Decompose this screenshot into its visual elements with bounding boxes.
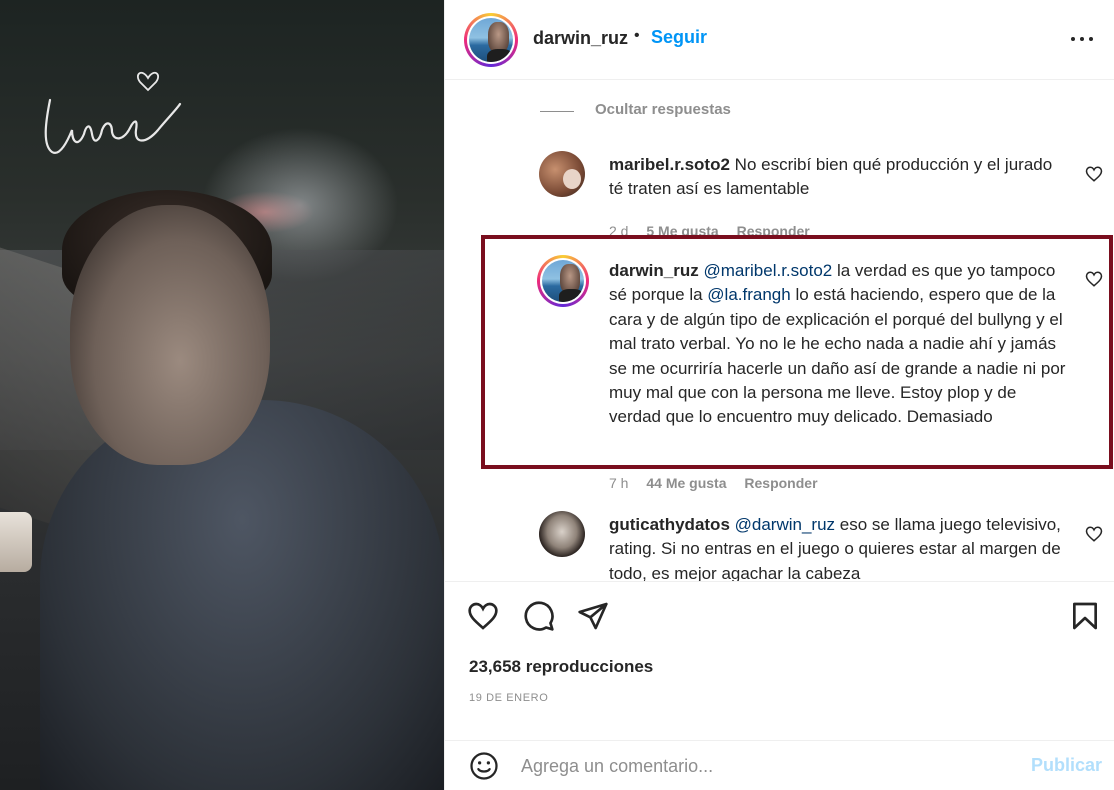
reply-button[interactable]: Responder [744, 475, 817, 491]
comment-input[interactable] [521, 749, 1001, 783]
coffee-cup [0, 512, 32, 572]
heart-icon[interactable] [467, 600, 499, 632]
comment-text: maribel.r.soto2 No escribí bien qué prod… [609, 153, 1069, 202]
comment-meta: 7 h 44 Me gusta Responder [609, 475, 832, 491]
header-separator: • [634, 27, 640, 44]
comment-icon[interactable] [523, 600, 555, 632]
add-comment-bar: Publicar [445, 740, 1114, 790]
post-video[interactable] [0, 0, 444, 790]
header-username[interactable]: darwin_ruz [533, 28, 628, 49]
commenter-avatar[interactable] [539, 151, 585, 197]
post-header: darwin_ruz • Seguir [445, 0, 1114, 80]
hide-replies-line [540, 111, 574, 112]
comment-time: 7 h [609, 475, 629, 491]
comment-username[interactable]: guticathydatos [609, 515, 730, 534]
comment-username[interactable]: maribel.r.soto2 [609, 155, 730, 174]
person-jacket [40, 400, 444, 790]
comment-like-icon[interactable] [1085, 165, 1103, 183]
hide-replies-label[interactable]: Ocultar respuestas [595, 101, 731, 118]
comment-like-icon[interactable] [1085, 525, 1103, 543]
post-actions: 23,658 reproducciones 19 DE ENERO [445, 581, 1114, 741]
post-side-panel: darwin_ruz • Seguir Ocultar respuestas m… [444, 0, 1114, 790]
person-face [70, 205, 270, 465]
header-avatar[interactable] [464, 13, 518, 67]
post-date[interactable]: 19 DE ENERO [469, 692, 548, 704]
highlight-box [481, 235, 1113, 469]
views-count[interactable]: 23,658 reproducciones [469, 657, 653, 677]
follow-button[interactable]: Seguir [651, 27, 707, 48]
comments-list[interactable]: Ocultar respuestas maribel.r.soto2 No es… [445, 81, 1114, 581]
publish-button[interactable]: Publicar [1031, 755, 1102, 776]
bookmark-icon[interactable] [1069, 600, 1101, 632]
comment-mention[interactable]: @darwin_ruz [735, 515, 835, 534]
handwritten-lunes-doodle [44, 71, 182, 154]
comment-likes[interactable]: 44 Me gusta [646, 475, 726, 491]
commenter-avatar[interactable] [539, 511, 585, 557]
share-icon[interactable] [577, 600, 609, 632]
emoji-icon[interactable] [469, 751, 499, 781]
heart-doodle-icon [136, 71, 160, 92]
comment-text: guticathydatos @darwin_ruz eso se llama … [609, 513, 1069, 581]
more-options-icon[interactable] [1069, 26, 1097, 50]
